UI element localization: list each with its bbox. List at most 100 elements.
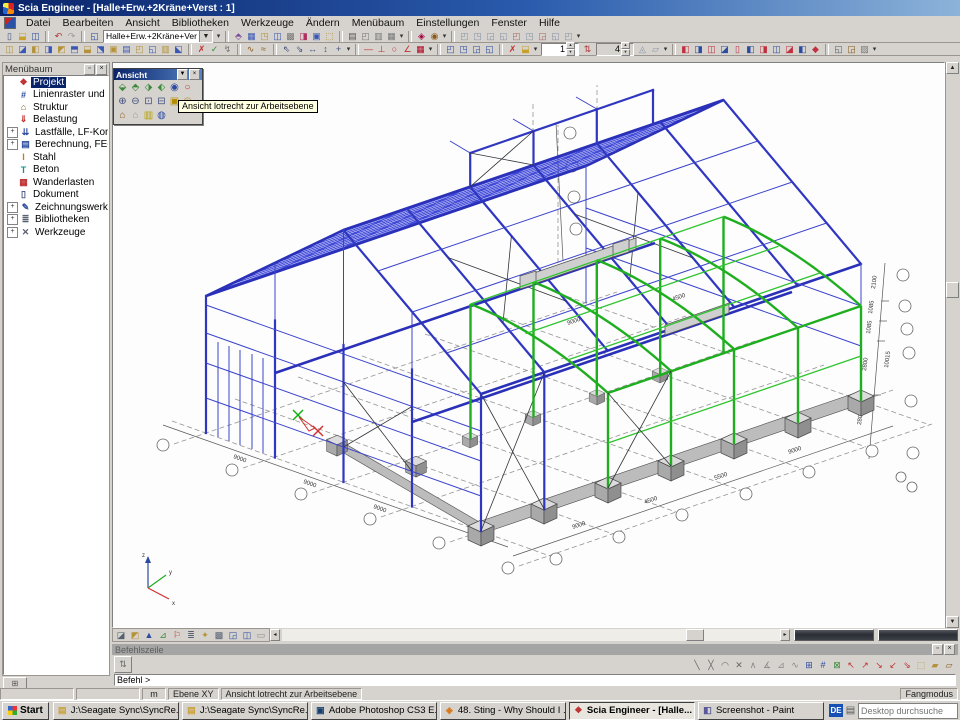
snap-curve-icon[interactable]: ∿ [788,659,802,671]
delete-icon[interactable]: ✗ [506,43,519,55]
layout-icon[interactable]: ◱ [549,30,562,42]
toolbar-icon[interactable]: ◨ [42,43,55,55]
close-icon[interactable]: × [944,644,955,655]
member-icon[interactable]: ◨ [757,43,770,55]
taskbar-button[interactable]: ▣ Adobe Photoshop CS3 E... [311,702,437,720]
vertical-scrollbar-thumb[interactable] [946,282,959,298]
toolbar-icon[interactable]: ↯ [221,43,234,55]
document-window-icon[interactable] [4,17,16,29]
render-mode-icon[interactable]: ◪ [114,629,128,641]
zoom-window-icon[interactable]: ○ [181,81,194,94]
tree-item[interactable]: + ▤ Berechnung, FE-Netz [4,139,108,152]
start-button[interactable]: Start [2,702,49,720]
chevron-down-icon[interactable]: ▼ [199,31,212,42]
snap-ortho-icon[interactable]: ⇘ [900,659,914,671]
view-home-icon[interactable]: ⌂ [116,109,129,122]
layout-icon[interactable]: ◲ [484,30,497,42]
spinner-arrows[interactable]: ▲▼ [566,42,575,56]
line-icon[interactable]: — [362,43,375,55]
taskbar-button[interactable]: ◧ Screenshot - Paint [698,702,824,720]
snap-grid-icon[interactable]: ⊞ [802,659,816,671]
chevron-down-icon[interactable]: ▼ [177,69,188,80]
toolbar-icon[interactable]: ◪ [16,43,29,55]
menu-item[interactable]: Einstellungen [410,17,485,29]
toolbar-icon[interactable]: ⇘ [293,43,306,55]
vertical-scrollbar[interactable]: ▲ ▼ [945,62,958,628]
member-icon[interactable]: ◧ [679,43,692,55]
save-icon[interactable]: ◫ [29,30,42,42]
status-unit[interactable]: m [142,688,166,700]
window-icon[interactable]: ◰ [444,43,457,55]
member-icon[interactable]: ◫ [770,43,783,55]
open-folder-icon[interactable]: ⬓ [16,30,29,42]
folder-icon[interactable]: ⬓ [519,43,532,55]
dropdown-arrow-icon[interactable]: ▾ [345,45,352,53]
expand-icon[interactable] [7,190,16,199]
expand-icon[interactable] [7,153,16,162]
toolbar-icon[interactable]: ◧ [29,43,42,55]
tree-item[interactable]: T Beton [4,164,108,177]
view-front-icon[interactable]: ⬘ [129,81,142,94]
toolbar-icon[interactable]: ▤ [120,43,133,55]
toolbar-icon[interactable]: ⬘ [232,30,245,42]
member-icon[interactable]: ◧ [796,43,809,55]
toolbar-icon[interactable]: ◉ [428,30,441,42]
layer-spinner-value[interactable] [597,44,621,54]
section-icon[interactable]: ◫ [240,629,254,641]
horizontal-scrollbar-thumb[interactable] [686,629,704,641]
tree-item[interactable]: + ⇊ Lastfälle, LF-Kombinationen [4,126,108,139]
toolbar-icon[interactable]: ◈ [415,30,428,42]
expand-icon[interactable]: + [7,214,18,225]
undo-icon[interactable]: ↶ [52,30,65,42]
toolbar-icon[interactable]: ▣ [310,30,323,42]
tree-item[interactable]: ⌂ Struktur [4,101,108,114]
view-top-icon[interactable]: ⬖ [155,81,168,94]
menu-item[interactable]: Bearbeiten [57,17,120,29]
grid-icon[interactable]: ▦ [414,43,427,55]
snap-solid-icon[interactable]: ▰ [928,659,942,671]
window-icon[interactable]: ◱ [483,43,496,55]
toolbar-icon[interactable]: ◳ [258,30,271,42]
toolbar-icon[interactable]: ◫ [271,30,284,42]
tree-item[interactable]: ▯ Dokument [4,189,108,202]
close-icon[interactable]: × [96,64,107,75]
taskbar-button[interactable]: ◈ 48. Sting - Why Should I ... [440,702,566,720]
toolbar-icon[interactable]: ⬕ [172,43,185,55]
language-indicator[interactable]: DE [829,704,843,717]
snap-delete-icon[interactable]: ✕ [732,659,746,671]
toolbar-icon[interactable]: ▥ [159,43,172,55]
member-icon[interactable]: ◪ [718,43,731,55]
menu-item[interactable]: Fenster [485,17,533,29]
dropdown-arrow-icon[interactable]: ▾ [662,45,669,53]
snap-peak-icon[interactable]: ∧ [746,659,760,671]
zoom-selection-icon[interactable]: ⊟ [155,95,168,108]
command-input[interactable] [114,674,956,686]
toolbar-icon[interactable]: ⬓ [81,43,94,55]
project-window-icon[interactable]: ◱ [88,30,101,42]
menu-item[interactable]: Ändern [300,17,346,29]
tree-item[interactable]: + ≣ Bibliotheken [4,214,108,227]
taskbar-button[interactable]: ❖ Scia Engineer - [Halle... [569,702,695,720]
scroll-right-icon[interactable]: ▸ [780,629,790,641]
printer-icon[interactable]: ▤ [843,704,858,717]
document-icon[interactable]: ▥ [372,30,385,42]
toolbar-icon[interactable]: ▨ [858,43,871,55]
member-icon[interactable]: ▯ [731,43,744,55]
dropdown-arrow-icon[interactable]: ▾ [398,32,405,40]
tree-item[interactable]: ⇓ Belastung [4,114,108,127]
toolbar-icon[interactable]: ◬ [636,43,649,55]
close-icon[interactable]: × [189,69,200,80]
document-icon[interactable]: ▦ [385,30,398,42]
print-preview-icon[interactable]: ◰ [359,30,372,42]
window-icon[interactable]: ◲ [470,43,483,55]
window-icon[interactable]: ◳ [457,43,470,55]
layout-icon[interactable]: ◰ [562,30,575,42]
expand-icon[interactable] [7,103,16,112]
dropdown-arrow-icon[interactable]: ▾ [871,45,878,53]
activity-spinner-value[interactable] [542,44,566,54]
expand-icon[interactable] [7,90,16,99]
snap-midpoint-icon[interactable]: ↗ [858,659,872,671]
member-icon[interactable]: ◫ [705,43,718,55]
snap-frame-icon[interactable]: ▱ [942,659,956,671]
expand-icon[interactable]: + [7,202,18,213]
